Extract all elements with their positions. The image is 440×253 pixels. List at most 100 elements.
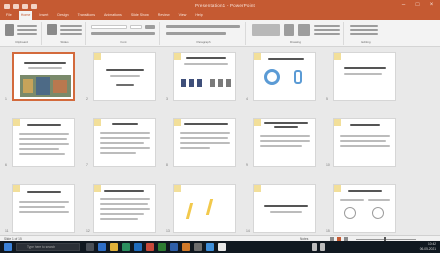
slide-number: 6: [5, 163, 7, 167]
taskbar-search-input[interactable]: Type here to search: [16, 243, 80, 251]
select-icon[interactable]: [350, 33, 378, 35]
save-icon[interactable]: [4, 4, 10, 9]
find-icon[interactable]: [350, 25, 378, 27]
browser-icon[interactable]: [206, 243, 214, 251]
slide-number: 10: [326, 163, 330, 167]
new-slide-icon[interactable]: [47, 24, 57, 35]
app-icon[interactable]: [182, 243, 190, 251]
slide-thumbnail-10[interactable]: [333, 118, 396, 167]
tab-insert[interactable]: Insert: [37, 11, 50, 20]
slide-number: 13: [166, 229, 170, 233]
slide-title: [24, 62, 66, 65]
slide-thumbnail-4[interactable]: [253, 52, 316, 101]
paste-icon[interactable]: [5, 24, 14, 36]
ribbon: Clipboard Slides Font Paragraph Drawing …: [0, 20, 440, 47]
settings-icon[interactable]: [194, 243, 202, 251]
slide-thumbnail-12[interactable]: [93, 184, 156, 233]
shapes-gallery-icon[interactable]: [252, 24, 280, 36]
slide-number: 12: [86, 229, 90, 233]
slide-thumbnail-2[interactable]: [93, 52, 156, 101]
alignment-icons[interactable]: [166, 32, 226, 35]
replace-icon[interactable]: [350, 29, 378, 31]
editing-group: Editing: [346, 22, 386, 45]
close-button[interactable]: ×: [427, 2, 436, 9]
tab-animations[interactable]: Animations: [102, 11, 124, 20]
slide-photo: [20, 75, 71, 97]
start-slideshow-icon[interactable]: [31, 4, 37, 9]
paragraph-group: Paragraph: [162, 22, 246, 45]
taskbar-date[interactable]: 06-05-2021: [398, 246, 436, 252]
copy-icon[interactable]: [17, 29, 37, 31]
edge-icon[interactable]: [98, 243, 106, 251]
quick-styles-icon[interactable]: [298, 24, 310, 36]
tab-view[interactable]: View: [177, 11, 189, 20]
powerpoint-window: Presentation1 - PowerPoint – □ × File Ho…: [0, 0, 440, 253]
slide-sorter: 1 2 3 4 5 6 7 8 9 10 11 12 13 14 15: [0, 47, 440, 235]
tab-file[interactable]: File: [4, 11, 14, 20]
slide-thumbnail-9[interactable]: [253, 118, 316, 167]
slides-label: Slides: [60, 40, 69, 44]
font-formatting-icons[interactable]: [91, 32, 155, 35]
slide-thumbnail-15[interactable]: [333, 184, 396, 233]
store-icon[interactable]: [122, 243, 130, 251]
section-icon[interactable]: [60, 33, 82, 35]
slide-thumbnail-5[interactable]: [333, 52, 396, 101]
tab-help[interactable]: Help: [193, 11, 204, 20]
slide-thumbnail-8[interactable]: [173, 118, 236, 167]
clipboard-group: Clipboard: [2, 22, 42, 45]
layout-icon[interactable]: [60, 25, 82, 27]
slide-number: 7: [86, 163, 88, 167]
font-family-select[interactable]: [91, 25, 127, 29]
slide-number: 3: [166, 97, 168, 101]
slides-group: Slides: [44, 22, 86, 45]
network-icon[interactable]: [312, 243, 317, 251]
windows-start-icon[interactable]: [4, 243, 12, 251]
tab-transitions[interactable]: Transitions: [76, 11, 97, 20]
tab-slide-show[interactable]: Slide Show: [129, 11, 151, 20]
redo-icon[interactable]: [22, 4, 28, 9]
slide-number: 15: [326, 229, 330, 233]
app-icon[interactable]: [218, 243, 226, 251]
word-icon[interactable]: [170, 243, 178, 251]
font-label: Font: [120, 40, 127, 44]
slide-number: 1: [5, 97, 7, 101]
tab-design[interactable]: Design: [55, 11, 70, 20]
format-painter-icon[interactable]: [17, 33, 37, 35]
drawing-label: Drawing: [289, 40, 301, 44]
minimize-button[interactable]: –: [399, 2, 408, 9]
undo-icon[interactable]: [13, 4, 19, 9]
shape-outline-icon[interactable]: [314, 29, 340, 31]
volume-icon[interactable]: [320, 243, 325, 251]
editing-label: Editing: [361, 40, 371, 44]
slide-thumbnail-13[interactable]: [173, 184, 236, 233]
task-view-icon[interactable]: [86, 243, 94, 251]
file-explorer-icon[interactable]: [110, 243, 118, 251]
shape-fill-icon[interactable]: [314, 25, 340, 27]
mail-icon[interactable]: [134, 243, 142, 251]
excel-icon[interactable]: [158, 243, 166, 251]
font-size-select[interactable]: [130, 25, 142, 29]
slide-thumbnail-1[interactable]: [12, 52, 75, 101]
powerpoint-icon[interactable]: [146, 243, 154, 251]
tab-home[interactable]: Home: [18, 11, 33, 20]
slide-thumbnail-3[interactable]: [173, 52, 236, 101]
slide-thumbnail-14[interactable]: [253, 184, 316, 233]
list-icons[interactable]: [166, 25, 240, 28]
clipboard-label: Clipboard: [15, 40, 28, 44]
zoom-slider[interactable]: [356, 238, 416, 240]
slide-subtitle: [28, 67, 62, 69]
slide-thumbnail-6[interactable]: [12, 118, 75, 167]
reset-icon[interactable]: [60, 29, 82, 31]
slide-thumbnail-11[interactable]: [12, 184, 75, 233]
cut-icon[interactable]: [17, 25, 37, 27]
diagram-circle: [264, 69, 280, 85]
grow-font-icon[interactable]: [145, 25, 155, 29]
slide-number: 2: [86, 97, 88, 101]
shape-effects-icon[interactable]: [314, 33, 340, 35]
maximize-button[interactable]: □: [413, 2, 422, 9]
arrange-icon[interactable]: [284, 24, 294, 36]
tab-review[interactable]: Review: [156, 11, 172, 20]
slide-thumbnail-7[interactable]: [93, 118, 156, 167]
slide-number: 9: [246, 163, 248, 167]
search-placeholder: Type here to search: [27, 245, 56, 249]
